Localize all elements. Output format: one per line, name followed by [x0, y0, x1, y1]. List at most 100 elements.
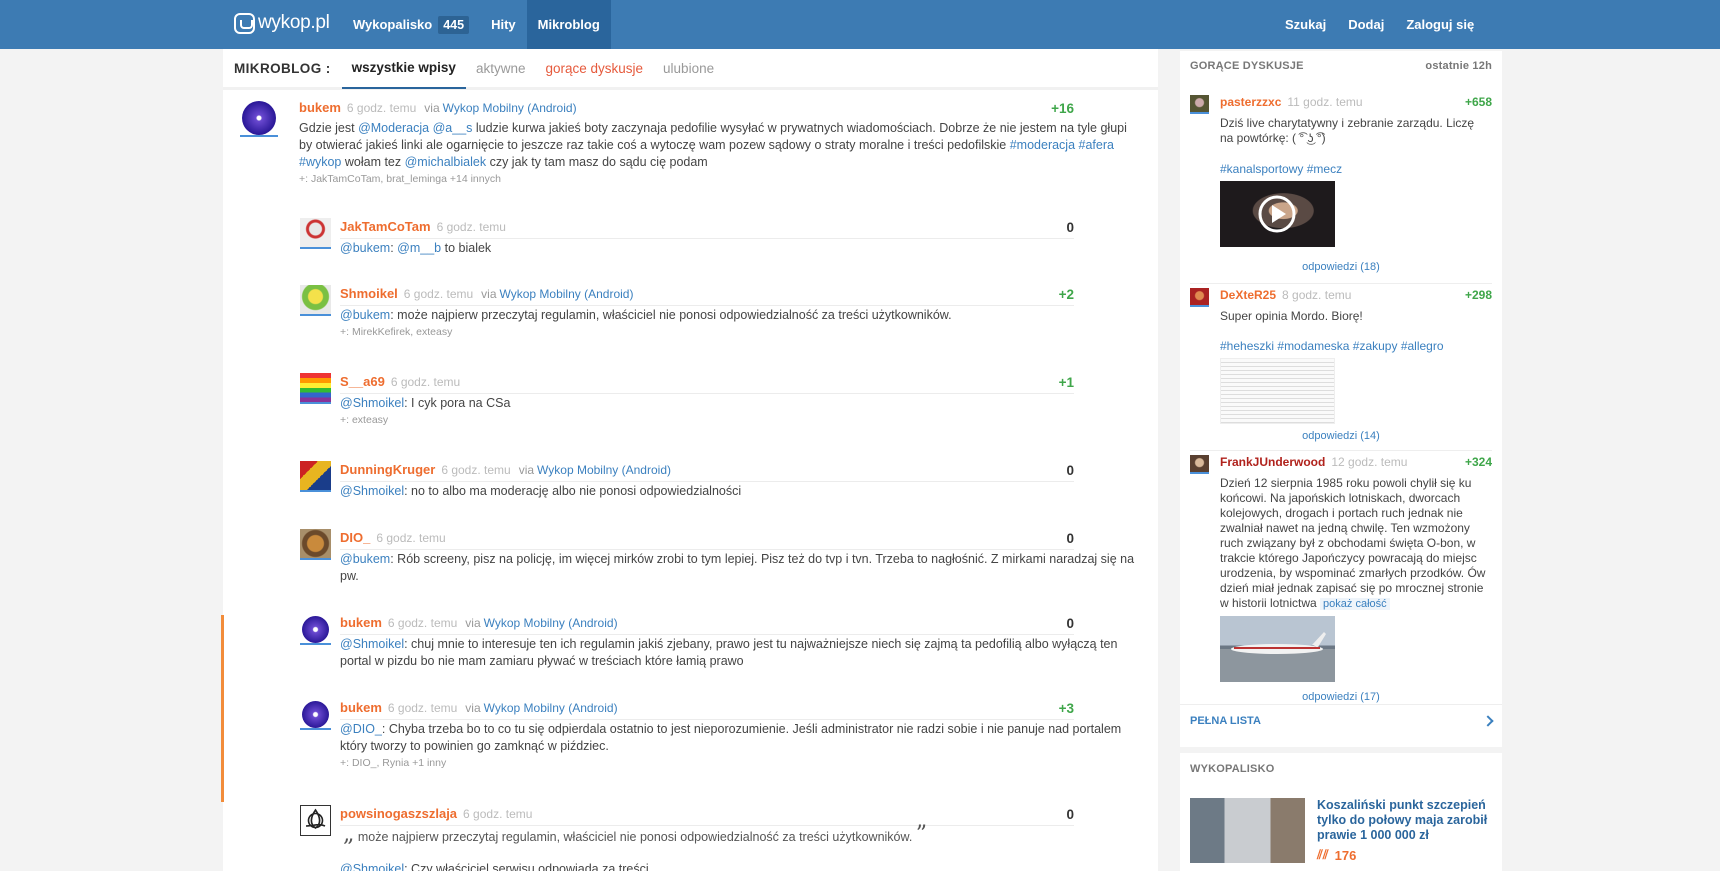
- via-client: via Wykop Mobilny (Android): [465, 616, 617, 630]
- vote-score[interactable]: +1: [1059, 375, 1074, 390]
- hashtag[interactable]: #mecz: [1307, 162, 1342, 176]
- hashtag[interactable]: #kanalsportowy: [1220, 162, 1303, 176]
- user-mention[interactable]: @Shmoikel: [340, 637, 404, 651]
- hashtag[interactable]: #moderacja: [1010, 138, 1075, 152]
- user-mention[interactable]: @Moderacja: [358, 121, 429, 135]
- nav-hity[interactable]: Hity: [480, 0, 527, 49]
- client-link[interactable]: Wykop Mobilny (Android): [484, 701, 618, 715]
- avatar[interactable]: [300, 218, 331, 249]
- divider: [340, 549, 1074, 550]
- author-nick[interactable]: bukem: [299, 100, 341, 115]
- avatar[interactable]: [300, 285, 331, 316]
- hashtag[interactable]: #afera: [1079, 138, 1114, 152]
- tab-wszystkie-wpisy[interactable]: wszystkie wpisy: [341, 48, 466, 89]
- time-range-filter[interactable]: ostatnie 12h: [1425, 60, 1492, 72]
- airplane-image[interactable]: [1220, 616, 1335, 682]
- wykop-logo[interactable]: wykop.pl: [234, 12, 330, 34]
- tab-aktywne[interactable]: aktywne: [466, 48, 536, 89]
- avatar[interactable]: [300, 699, 331, 730]
- via-client: via Wykop Mobilny (Android): [424, 101, 576, 115]
- user-mention[interactable]: @michalbialek: [405, 155, 486, 169]
- news-thumbnail[interactable]: [1190, 798, 1305, 863]
- user-mention[interactable]: @a__s: [433, 121, 473, 135]
- video-thumbnail[interactable]: [1220, 181, 1335, 247]
- avatar[interactable]: [300, 373, 331, 404]
- vote-score[interactable]: +658: [1465, 95, 1492, 109]
- vote-score[interactable]: +298: [1465, 288, 1492, 302]
- client-link[interactable]: Wykop Mobilny (Android): [537, 463, 671, 477]
- entry-header: DunningKruger 6 godz. temu via Wykop Mobi…: [340, 462, 671, 477]
- client-link[interactable]: Wykop Mobilny (Android): [443, 101, 577, 115]
- client-link[interactable]: Wykop Mobilny (Android): [484, 616, 618, 630]
- author-nick[interactable]: DunningKruger: [340, 462, 435, 477]
- hashtag[interactable]: #wykop: [299, 155, 341, 169]
- add-link[interactable]: Dodaj: [1337, 0, 1395, 49]
- hot-item: FrankJUnderwood 12 godz. temu +324 Dzień …: [1190, 450, 1492, 703]
- user-mention[interactable]: @bukem: [340, 308, 390, 322]
- avatar[interactable]: [300, 805, 331, 836]
- news-title-link[interactable]: Koszaliński punkt szczepień tylko do poł…: [1317, 798, 1492, 843]
- user-mention[interactable]: @Shmoikel: [340, 862, 404, 871]
- plus-voters[interactable]: +: JakTamCoTam, brat_leminga +14 innych: [299, 173, 501, 185]
- hashtag[interactable]: #zakupy: [1353, 339, 1398, 353]
- plus-voters[interactable]: +: MirekKefirek, exteasy: [340, 326, 452, 338]
- user-mention[interactable]: @bukem: [340, 241, 390, 255]
- entry-body: @Shmoikel: Czy właściciel serwisu odpowi…: [340, 861, 1140, 871]
- author-nick[interactable]: DIO_: [340, 530, 370, 545]
- vote-score[interactable]: 0: [1066, 807, 1074, 822]
- user-mention[interactable]: @bukem: [340, 552, 390, 566]
- author-nick[interactable]: FrankJUnderwood: [1220, 455, 1325, 469]
- avatar[interactable]: [1190, 288, 1209, 307]
- full-list-link[interactable]: PEŁNA LISTA: [1180, 704, 1502, 737]
- tab-ulubione[interactable]: ulubione: [653, 48, 724, 89]
- vote-score[interactable]: +16: [1051, 101, 1074, 116]
- nav-wykopalisko[interactable]: Wykopalisko 445: [342, 0, 480, 49]
- hashtag[interactable]: #heheszki: [1220, 339, 1274, 353]
- avatar[interactable]: [240, 99, 278, 137]
- author-nick[interactable]: S__a69: [340, 374, 385, 389]
- login-link[interactable]: Zaloguj się: [1395, 0, 1485, 49]
- text: : może najpierw przeczytaj regulamin, wł…: [390, 308, 952, 322]
- user-mention[interactable]: @DIO_: [340, 722, 382, 736]
- nav-mikroblog[interactable]: Mikroblog: [526, 0, 611, 49]
- author-nick[interactable]: bukem: [340, 615, 382, 630]
- avatar[interactable]: [1190, 455, 1209, 474]
- entry-body: @bukem: Rób screeny, pisz na policję, im…: [340, 551, 1140, 585]
- avatar[interactable]: [300, 461, 331, 492]
- user-mention[interactable]: @Shmoikel: [340, 396, 404, 410]
- author-nick[interactable]: DeXteR25: [1220, 288, 1276, 302]
- author-nick[interactable]: JakTamCoTam: [340, 219, 431, 234]
- tab-gorace-dyskusje[interactable]: gorące dyskusje: [535, 48, 653, 89]
- hashtag[interactable]: #allegro: [1401, 339, 1444, 353]
- vote-score[interactable]: 0: [1066, 531, 1074, 546]
- user-mention[interactable]: @m__b: [397, 241, 441, 255]
- search-link[interactable]: Szukaj: [1274, 0, 1337, 49]
- play-icon: [1258, 195, 1296, 233]
- replies-link[interactable]: odpowiedzi (17): [1190, 691, 1492, 703]
- quote-content: może najpierw przeczytaj regulamin, właś…: [357, 830, 913, 844]
- text: : no to albo ma moderację albo nie ponos…: [404, 484, 742, 498]
- show-more-link[interactable]: pokaż całość: [1320, 598, 1390, 610]
- vote-score[interactable]: +3: [1059, 701, 1074, 716]
- replies-link[interactable]: odpowiedzi (14): [1190, 430, 1492, 442]
- hashtag[interactable]: #modameska: [1277, 339, 1349, 353]
- user-mention[interactable]: @Shmoikel: [340, 484, 404, 498]
- vote-score[interactable]: +324: [1465, 455, 1492, 469]
- author-nick[interactable]: Shmoikel: [340, 286, 398, 301]
- replies-link[interactable]: odpowiedzi (18): [1190, 261, 1492, 273]
- text: czy jak ty tam masz do sądu cię podam: [486, 155, 708, 169]
- screenshot-thumbnail[interactable]: [1220, 358, 1335, 424]
- author-nick[interactable]: powsinogaszszlaja: [340, 806, 457, 821]
- vote-score[interactable]: 0: [1066, 463, 1074, 478]
- vote-score[interactable]: 0: [1066, 220, 1074, 235]
- avatar[interactable]: [300, 529, 331, 560]
- vote-score[interactable]: 0: [1066, 616, 1074, 631]
- author-nick[interactable]: pasterzzxc: [1220, 95, 1281, 109]
- avatar[interactable]: [300, 614, 331, 645]
- plus-voters[interactable]: +: exteasy: [340, 414, 388, 426]
- avatar[interactable]: [1190, 95, 1209, 114]
- vote-score[interactable]: +2: [1059, 287, 1074, 302]
- plus-voters[interactable]: +: DIO_, Rynia +1 inny: [340, 757, 446, 769]
- author-nick[interactable]: bukem: [340, 700, 382, 715]
- client-link[interactable]: Wykop Mobilny (Android): [500, 287, 634, 301]
